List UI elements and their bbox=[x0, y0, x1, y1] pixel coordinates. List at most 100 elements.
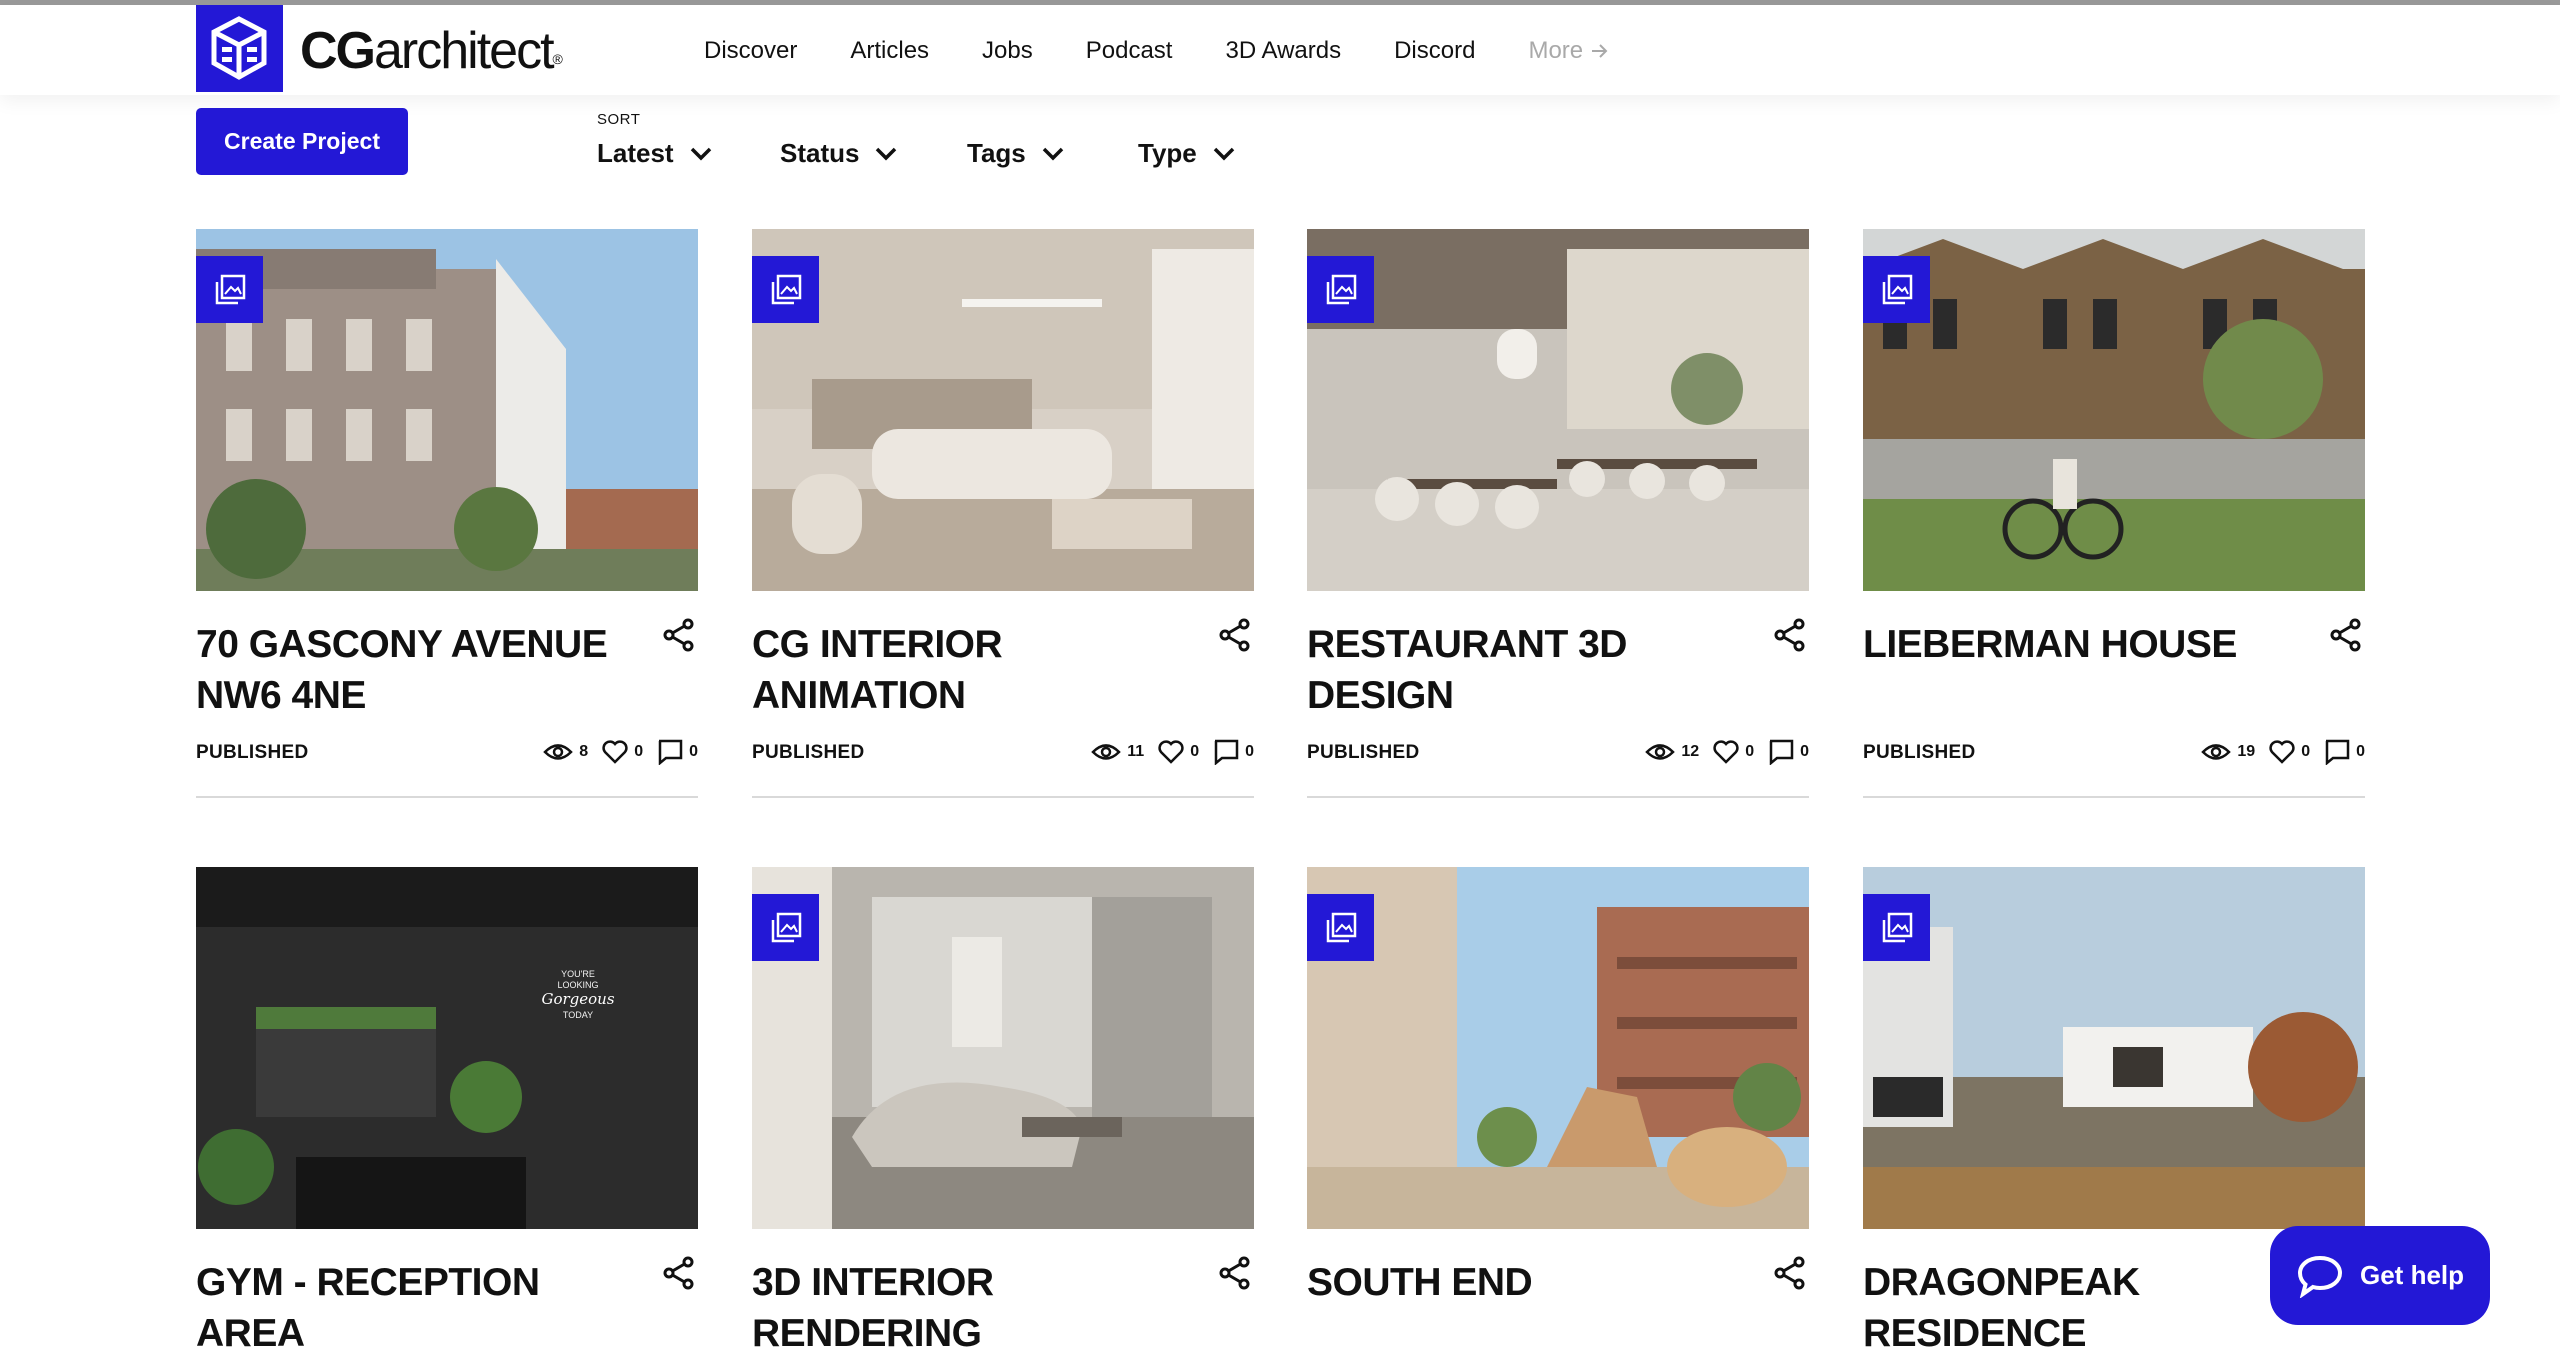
card-divider bbox=[1307, 796, 1809, 798]
arrow-right-icon bbox=[1592, 44, 1608, 58]
views-count: 11 bbox=[1127, 743, 1145, 760]
gallery-icon bbox=[1326, 274, 1356, 304]
project-card[interactable]: SOUTH END bbox=[1307, 867, 1809, 1358]
get-help-button[interactable]: Get help bbox=[2270, 1226, 2490, 1325]
logo-mark[interactable] bbox=[196, 5, 283, 92]
south-end-courtyard-image bbox=[1307, 867, 1809, 1229]
project-title[interactable]: DRAGONPEAK RESIDENCE bbox=[1863, 1257, 2293, 1359]
share-icon[interactable] bbox=[1218, 1255, 1252, 1291]
gallery-badge bbox=[1863, 894, 1930, 961]
comments-count: 0 bbox=[689, 743, 698, 760]
card-divider bbox=[196, 796, 698, 798]
sign-text-line-2: LOOKING bbox=[557, 980, 598, 990]
status-filter-label: Status bbox=[780, 138, 860, 168]
comment-icon[interactable] bbox=[1768, 739, 1794, 765]
gallery-icon bbox=[771, 912, 801, 942]
likes-count: 0 bbox=[1745, 743, 1755, 760]
project-card[interactable]: LIEBERMAN HOUSE PUBLISHED 19 0 0 bbox=[1863, 229, 2365, 799]
townhouses-exterior-image bbox=[1863, 229, 2365, 591]
comment-icon[interactable] bbox=[1213, 739, 1239, 765]
views-count: 12 bbox=[1681, 743, 1700, 760]
logo-wordmark[interactable]: CGarchitect® bbox=[300, 19, 563, 83]
type-filter[interactable]: Type bbox=[1138, 138, 1235, 169]
project-stats: 8 0 0 bbox=[543, 739, 698, 765]
likes-count: 0 bbox=[2301, 743, 2311, 760]
project-thumbnail[interactable] bbox=[1307, 229, 1809, 591]
status-label: PUBLISHED bbox=[752, 742, 865, 763]
eye-icon bbox=[543, 742, 574, 762]
interior-rendering-image bbox=[752, 867, 1254, 1229]
gym-reception-image: YOU'RE LOOKING Gorgeous TODAY bbox=[196, 867, 698, 1229]
project-title[interactable]: CG INTERIOR ANIMATION bbox=[752, 619, 1182, 721]
project-title[interactable]: LIEBERMAN HOUSE bbox=[1863, 619, 2293, 670]
card-divider bbox=[1863, 796, 2365, 798]
tags-filter-label: Tags bbox=[967, 138, 1026, 168]
heart-icon[interactable] bbox=[1713, 740, 1739, 764]
sign-text-line-4: TODAY bbox=[563, 1010, 593, 1020]
gallery-badge bbox=[1863, 256, 1930, 323]
heart-icon[interactable] bbox=[1158, 740, 1184, 764]
project-thumbnail[interactable] bbox=[1307, 867, 1809, 1229]
heart-icon[interactable] bbox=[2269, 740, 2295, 764]
nav-3d-awards[interactable]: 3D Awards bbox=[1225, 37, 1341, 65]
nav-jobs[interactable]: Jobs bbox=[982, 37, 1033, 65]
card-divider bbox=[752, 796, 1254, 798]
gallery-badge bbox=[752, 256, 819, 323]
comment-icon[interactable] bbox=[657, 739, 683, 765]
eye-icon bbox=[1091, 742, 1122, 762]
project-meta: PUBLISHED 11 0 0 bbox=[752, 739, 1254, 769]
dragonpeak-residence-image bbox=[1863, 867, 2365, 1229]
project-title[interactable]: SOUTH END bbox=[1307, 1257, 1737, 1308]
chevron-down-icon bbox=[690, 147, 711, 160]
heart-icon[interactable] bbox=[602, 740, 628, 764]
sort-dropdown[interactable]: Latest bbox=[597, 138, 712, 169]
project-title[interactable]: RESTAURANT 3D DESIGN bbox=[1307, 619, 1737, 721]
tags-filter[interactable]: Tags bbox=[967, 138, 1064, 169]
status-label: PUBLISHED bbox=[1307, 742, 1420, 763]
gallery-badge bbox=[1307, 256, 1374, 323]
share-icon[interactable] bbox=[2329, 617, 2363, 653]
project-title[interactable]: 3D INTERIOR RENDERING bbox=[752, 1257, 1182, 1359]
project-thumbnail[interactable] bbox=[752, 229, 1254, 591]
project-thumbnail[interactable]: YOU'RE LOOKING Gorgeous TODAY bbox=[196, 867, 698, 1229]
sort-label: SORT bbox=[597, 111, 641, 128]
interior-living-room-image bbox=[752, 229, 1254, 591]
nav-more[interactable]: More bbox=[1528, 37, 1609, 65]
views-count: 19 bbox=[2237, 743, 2256, 760]
share-icon[interactable] bbox=[1218, 617, 1252, 653]
comment-icon[interactable] bbox=[2324, 739, 2350, 765]
nav-articles[interactable]: Articles bbox=[850, 37, 929, 65]
project-card[interactable]: CG INTERIOR ANIMATION PUBLISHED 11 0 0 bbox=[752, 229, 1254, 799]
gallery-badge bbox=[752, 894, 819, 961]
project-thumbnail[interactable] bbox=[196, 229, 698, 591]
project-card[interactable]: YOU'RE LOOKING Gorgeous TODAY GYM - RECE… bbox=[196, 867, 698, 1358]
status-label: PUBLISHED bbox=[196, 742, 309, 763]
share-icon[interactable] bbox=[662, 1255, 696, 1291]
share-icon[interactable] bbox=[662, 617, 696, 653]
project-card[interactable]: 3D INTERIOR RENDERING bbox=[752, 867, 1254, 1358]
project-stats: 12 0 0 bbox=[1645, 739, 1809, 765]
likes-count: 0 bbox=[1190, 743, 1200, 760]
logo-cube-icon bbox=[211, 16, 267, 80]
sort-value: Latest bbox=[597, 138, 674, 168]
brick-building-render-image bbox=[196, 229, 698, 591]
share-icon[interactable] bbox=[1773, 1255, 1807, 1291]
nav-discover[interactable]: Discover bbox=[704, 37, 797, 65]
project-thumbnail[interactable] bbox=[1863, 229, 2365, 591]
project-thumbnail[interactable] bbox=[1863, 867, 2365, 1229]
project-thumbnail[interactable] bbox=[752, 867, 1254, 1229]
chevron-down-icon bbox=[1213, 147, 1235, 160]
nav-discord[interactable]: Discord bbox=[1394, 37, 1475, 65]
gallery-icon bbox=[1882, 912, 1912, 942]
project-card[interactable]: 70 GASCONY AVENUE NW6 4NE PUBLISHED 8 0 … bbox=[196, 229, 698, 799]
project-title[interactable]: GYM - RECEPTION AREA bbox=[196, 1257, 626, 1359]
project-meta: PUBLISHED 19 0 0 bbox=[1863, 739, 2365, 769]
nav-podcast[interactable]: Podcast bbox=[1086, 37, 1173, 65]
project-card[interactable]: RESTAURANT 3D DESIGN PUBLISHED 12 0 0 bbox=[1307, 229, 1809, 799]
gallery-badge bbox=[196, 256, 263, 323]
project-title[interactable]: 70 GASCONY AVENUE NW6 4NE bbox=[196, 619, 626, 721]
chevron-down-icon bbox=[876, 147, 897, 160]
share-icon[interactable] bbox=[1773, 617, 1807, 653]
status-filter[interactable]: Status bbox=[780, 138, 897, 169]
create-project-button[interactable]: Create Project bbox=[196, 108, 408, 175]
